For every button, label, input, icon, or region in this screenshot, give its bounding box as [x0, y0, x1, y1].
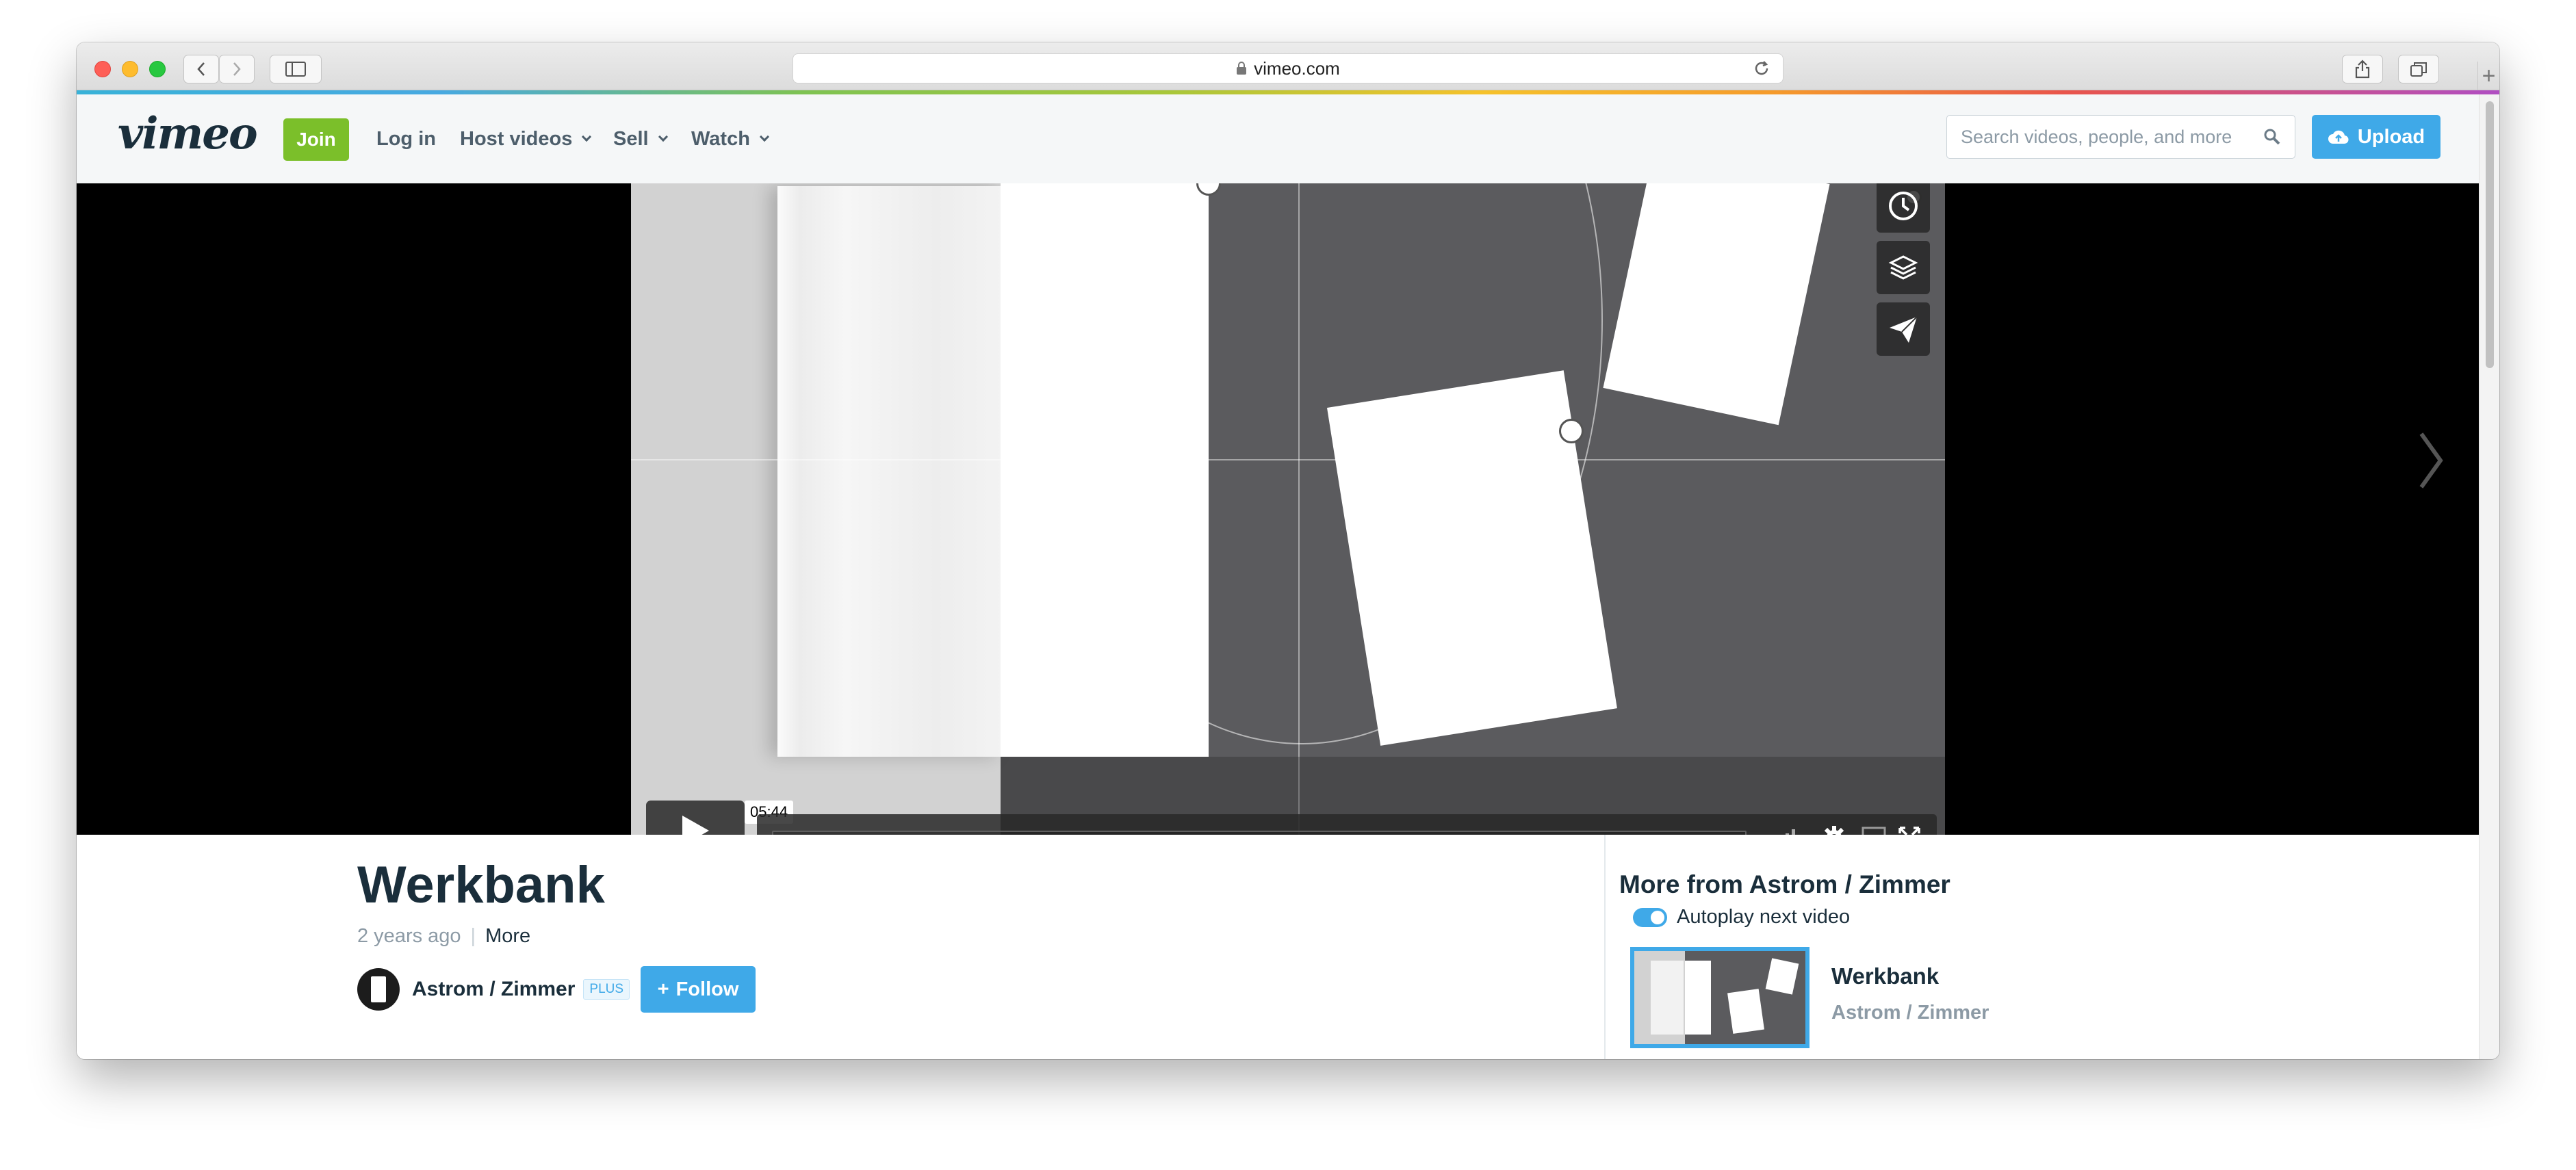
video-title: Werkbank	[357, 856, 605, 914]
sell-menu[interactable]: Sell	[613, 94, 668, 183]
sell-label: Sell	[613, 127, 649, 150]
video-thumbnail[interactable]	[1630, 947, 1809, 1048]
autoplay-label: Autoplay next video	[1677, 906, 1851, 928]
search-placeholder: Search videos, people, and more	[1961, 126, 2232, 147]
close-window-button[interactable]	[94, 61, 111, 77]
play-icon	[682, 816, 709, 835]
plus-icon: +	[657, 978, 669, 1000]
video-book-mockup	[777, 186, 1003, 757]
minimize-window-button[interactable]	[122, 61, 138, 77]
fullscreen-icon[interactable]	[1897, 825, 1922, 835]
page-scrollbar[interactable]	[2479, 94, 2499, 1059]
vimeo-logo[interactable]: vimeo	[118, 108, 258, 159]
more-from-sidebar: More from Astrom / Zimmer Autoplay next …	[1604, 835, 2479, 1059]
watch-later-icon	[1889, 192, 1918, 220]
watch-later-button[interactable]	[1877, 183, 1930, 233]
owner-row: Astrom / Zimmer PLUS + Follow	[357, 966, 756, 1013]
cloud-upload-icon	[2328, 130, 2349, 144]
tabs-overview-button[interactable]	[2398, 55, 2439, 83]
follow-button[interactable]: + Follow	[641, 966, 756, 1013]
login-label: Log in	[376, 127, 436, 150]
lock-icon	[1237, 62, 1247, 75]
new-tab-icon[interactable]: +	[2477, 62, 2499, 90]
video-card-small	[1603, 183, 1830, 426]
share-video-button[interactable]	[1877, 302, 1930, 356]
share-icon	[2355, 60, 2370, 79]
play-button[interactable]	[646, 801, 745, 835]
airplay-icon[interactable]	[1862, 825, 1886, 835]
player-control-bar	[757, 814, 1937, 835]
more-link[interactable]: More	[485, 925, 530, 948]
avatar[interactable]	[357, 968, 400, 1011]
next-video-icon[interactable]	[2417, 430, 2445, 491]
video-frame[interactable]	[631, 183, 1945, 835]
sidebar-video-owner[interactable]: Astrom / Zimmer	[1831, 1002, 1989, 1024]
video-player[interactable]: 05:44	[77, 183, 2479, 835]
back-button[interactable]	[183, 55, 219, 83]
join-button[interactable]: Join	[283, 118, 349, 161]
sidebar-video-title[interactable]: Werkbank	[1831, 963, 1939, 989]
video-handle-dot	[1559, 419, 1584, 443]
posted-time: 2 years ago	[357, 925, 461, 947]
sidebar-heading: More from Astrom / Zimmer	[1619, 870, 1950, 898]
search-input[interactable]: Search videos, people, and more	[1946, 115, 2295, 159]
url-text: vimeo.com	[1254, 57, 1340, 79]
share-icon	[1890, 316, 1918, 343]
sidebar-toggle-button[interactable]	[270, 55, 322, 83]
autoplay-row: Autoplay next video	[1633, 906, 1850, 928]
watch-menu[interactable]: Watch	[691, 94, 770, 183]
autoplay-toggle[interactable]	[1633, 907, 1667, 927]
tabs-icon	[2410, 62, 2427, 77]
video-meta: 2 years ago | More	[357, 925, 530, 948]
title-bar: vimeo.com	[77, 42, 2499, 90]
meta-separator: |	[470, 925, 476, 947]
collections-icon	[1888, 255, 1918, 280]
upload-label: Upload	[2357, 125, 2425, 148]
video-guide-vertical	[1298, 183, 1300, 835]
chevron-down-icon	[582, 131, 592, 142]
address-bar[interactable]: vimeo.com	[793, 53, 1783, 83]
settings-icon[interactable]	[1822, 825, 1846, 835]
plus-badge: PLUS	[583, 979, 630, 1000]
forward-icon	[233, 62, 241, 76]
video-info-section: Werkbank 2 years ago | More Astrom / Zim…	[77, 835, 2479, 1059]
login-link[interactable]: Log in	[376, 94, 436, 183]
watch-label: Watch	[691, 127, 750, 150]
upload-button[interactable]: Upload	[2312, 115, 2440, 159]
reload-icon[interactable]	[1753, 60, 1770, 77]
search-icon[interactable]	[2263, 128, 2281, 146]
scrollbar-thumb[interactable]	[2486, 101, 2494, 368]
chevron-down-icon	[759, 131, 770, 142]
follow-label: Follow	[675, 978, 739, 1000]
volume-icon[interactable]	[1767, 827, 1795, 835]
host-videos-menu[interactable]: Host videos	[460, 94, 592, 183]
browser-window: vimeo.com + vimeo Join Log in Host video…	[77, 42, 2499, 1059]
zoom-window-button[interactable]	[149, 61, 166, 77]
forward-button[interactable]	[219, 55, 255, 83]
video-guide-horizontal	[631, 459, 1945, 460]
sidebar-icon	[285, 62, 306, 77]
owner-name[interactable]: Astrom / Zimmer	[412, 978, 575, 1001]
host-videos-label: Host videos	[460, 127, 573, 150]
collections-button[interactable]	[1877, 241, 1930, 294]
share-button[interactable]	[2342, 55, 2383, 83]
back-icon	[197, 62, 205, 76]
site-header: vimeo Join Log in Host videos Sell Watch…	[77, 94, 2479, 183]
chevron-down-icon	[658, 131, 668, 142]
